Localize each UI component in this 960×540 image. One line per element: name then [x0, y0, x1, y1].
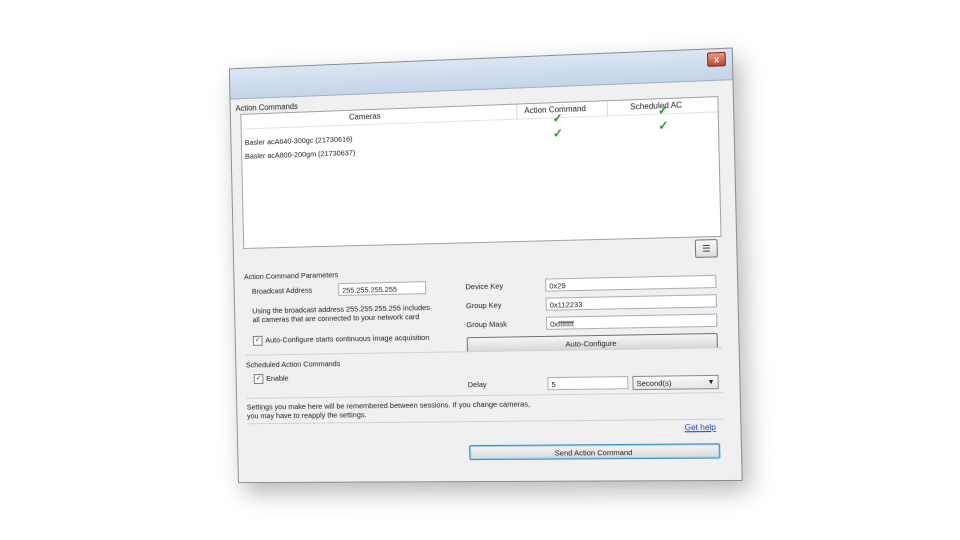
- delay-unit-select[interactable]: Second(s) ▼: [632, 374, 719, 391]
- group-key-label: Group Key: [465, 300, 502, 311]
- footer-note-line2: you may have to reapply the settings.: [246, 410, 367, 421]
- check-icon[interactable]: ✓: [553, 126, 563, 140]
- column-divider: [606, 101, 609, 116]
- title-bar: x: [229, 48, 733, 100]
- header-underline: [241, 111, 718, 130]
- stage: x Action Commands Cameras Action Command…: [0, 0, 960, 540]
- check-icon[interactable]: ✓: [658, 103, 669, 118]
- delay-input[interactable]: 5: [547, 376, 629, 391]
- check-icon[interactable]: ✓: [552, 111, 562, 125]
- column-header-scheduled-ac[interactable]: Scheduled AC: [630, 100, 682, 111]
- enable-checkbox-label: Enable: [266, 373, 289, 383]
- column-header-cameras[interactable]: Cameras: [349, 112, 381, 122]
- broadcast-address-input[interactable]: 255.255.255.255: [338, 281, 427, 296]
- send-action-command-button[interactable]: Send Action Command: [469, 443, 721, 461]
- device-key-input[interactable]: 0x29: [545, 274, 717, 292]
- get-help-link[interactable]: Get help: [685, 423, 716, 432]
- close-icon[interactable]: x: [706, 51, 726, 67]
- autoconfig-checkbox[interactable]: ✓: [252, 335, 263, 346]
- delay-unit-value: Second(s): [636, 378, 672, 389]
- footer-note-line1: Settings you make here will be remembere…: [246, 399, 531, 412]
- camera-row-name[interactable]: Basler acA800-200gm (21730637): [245, 148, 355, 161]
- section-title-scheduled: Scheduled Action Commands: [245, 359, 341, 370]
- group-mask-label: Group Mask: [466, 319, 508, 330]
- cameras-list[interactable]: Cameras Action Command Scheduled AC Basl…: [240, 96, 722, 249]
- camera-row-name[interactable]: Basler acA640-300gc (21730616): [245, 134, 353, 147]
- autoconfig-checkbox-label: Auto-Configure starts continuous image a…: [265, 332, 430, 345]
- column-divider: [516, 104, 518, 119]
- group-key-input[interactable]: 0x112233: [545, 294, 717, 311]
- separator: [246, 392, 724, 399]
- section-title-parameters: Action Command Parameters: [243, 270, 339, 282]
- broadcast-address-label: Broadcast Address: [251, 285, 313, 296]
- list-settings-icon[interactable]: ☰: [694, 239, 718, 258]
- delay-label: Delay: [467, 379, 487, 390]
- enable-checkbox[interactable]: ✓: [253, 374, 264, 384]
- group-mask-input[interactable]: 0xffffffff: [545, 313, 718, 330]
- check-icon[interactable]: ✓: [658, 118, 669, 133]
- action-commands-window: x Action Commands Cameras Action Command…: [228, 47, 743, 484]
- device-key-label: Device Key: [465, 281, 504, 292]
- chevron-down-icon: ▼: [707, 378, 715, 387]
- broadcast-note-line2: all cameras that are connected to your n…: [252, 312, 420, 325]
